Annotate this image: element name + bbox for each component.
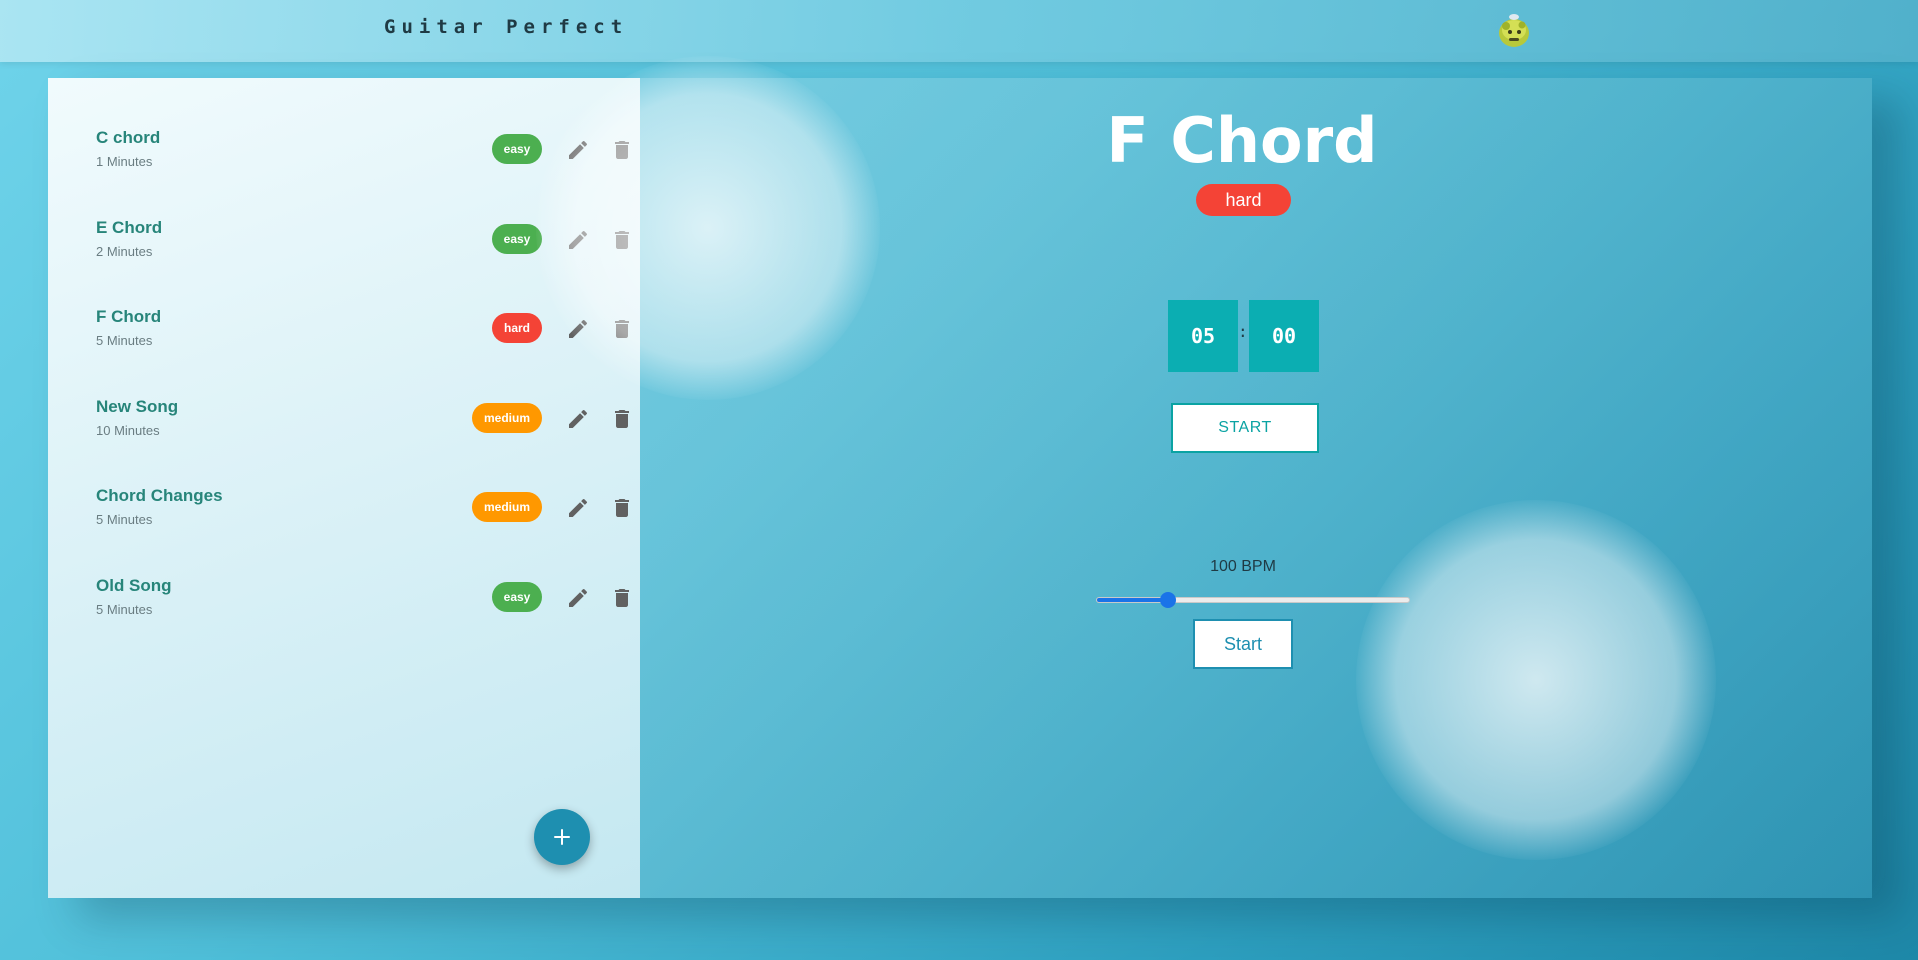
start-timer-button[interactable]: START bbox=[1171, 403, 1319, 453]
edit-icon[interactable] bbox=[566, 407, 590, 431]
list-item[interactable]: F Chord 5 Minutes hard bbox=[96, 307, 629, 367]
delete-icon[interactable] bbox=[610, 407, 634, 431]
decorative-bubble bbox=[1356, 500, 1716, 860]
app-title: Guitar Perfect bbox=[384, 16, 629, 38]
exercise-duration: 1 Minutes bbox=[96, 154, 153, 169]
exercise-duration: 10 Minutes bbox=[96, 423, 160, 438]
difficulty-badge: medium bbox=[472, 492, 542, 522]
exercise-name: F Chord bbox=[96, 307, 162, 326]
plus-icon bbox=[554, 829, 570, 845]
slider-track bbox=[1096, 597, 1410, 603]
top-bar: Guitar Perfect bbox=[0, 0, 1918, 62]
list-item[interactable]: New Song 10 Minutes medium bbox=[96, 397, 629, 457]
difficulty-badge: hard bbox=[1196, 184, 1291, 216]
exercise-name: Chord Changes bbox=[96, 486, 223, 505]
slider-thumb[interactable] bbox=[1160, 592, 1177, 608]
exercise-name: E Chord bbox=[96, 218, 163, 237]
exercise-name: C chord bbox=[96, 128, 161, 147]
timer-minutes: 05 bbox=[1168, 300, 1238, 372]
delete-icon[interactable] bbox=[610, 496, 634, 520]
difficulty-badge: medium bbox=[472, 403, 542, 433]
difficulty-badge: easy bbox=[492, 582, 542, 612]
list-item[interactable]: Old Song 5 Minutes easy bbox=[96, 576, 629, 636]
timer-separator: : bbox=[1238, 322, 1248, 341]
page-title: F Chord bbox=[1106, 104, 1378, 177]
creature-avatar-icon[interactable] bbox=[1494, 10, 1534, 50]
exercise-duration: 5 Minutes bbox=[96, 602, 153, 617]
difficulty-badge: hard bbox=[492, 313, 542, 343]
decorative-bubble bbox=[536, 56, 880, 400]
exercise-duration: 5 Minutes bbox=[96, 333, 153, 348]
list-item[interactable]: Chord Changes 5 Minutes medium bbox=[96, 486, 629, 546]
difficulty-badge: easy bbox=[492, 224, 542, 254]
delete-icon[interactable] bbox=[610, 586, 634, 610]
slider-fill bbox=[1097, 598, 1169, 602]
bpm-label: 100 BPM bbox=[1210, 558, 1276, 575]
difficulty-badge: easy bbox=[492, 134, 542, 164]
timer-seconds: 00 bbox=[1249, 300, 1319, 372]
list-item[interactable]: C chord 1 Minutes easy bbox=[96, 128, 629, 188]
exercise-duration: 5 Minutes bbox=[96, 512, 153, 527]
list-item[interactable]: E Chord 2 Minutes easy bbox=[96, 218, 629, 278]
edit-icon[interactable] bbox=[566, 586, 590, 610]
add-exercise-button[interactable] bbox=[534, 809, 590, 865]
start-metronome-button[interactable]: Start bbox=[1193, 619, 1293, 669]
exercise-duration: 2 Minutes bbox=[96, 244, 153, 259]
edit-icon[interactable] bbox=[566, 496, 590, 520]
exercise-name: Old Song bbox=[96, 576, 172, 595]
bpm-slider[interactable] bbox=[1096, 592, 1410, 608]
exercise-name: New Song bbox=[96, 397, 179, 416]
